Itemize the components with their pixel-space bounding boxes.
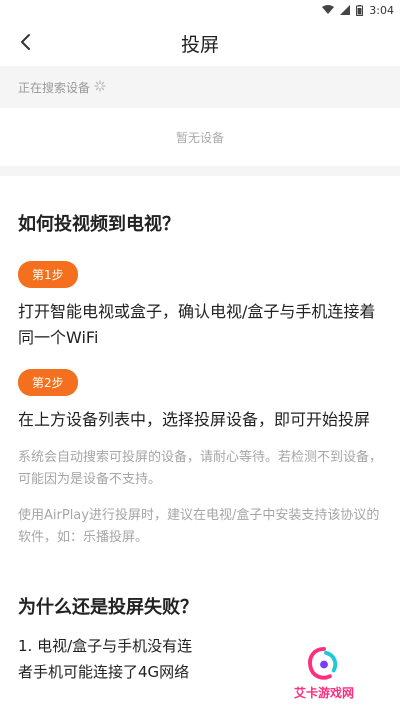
step-1-badge: 第1步 [18, 261, 78, 288]
step-2-text: 在上方设备列表中，选择投屏设备，即可开始投屏 [18, 410, 371, 429]
search-status-row: 正在搜索设备 [0, 66, 400, 108]
header: 投屏 [0, 20, 400, 64]
note-airplay: 使用AirPlay进行投屏时，建议在电视/盒子中安装支持该协议的软件，如：乐播投… [18, 508, 380, 545]
wifi-icon [322, 5, 335, 15]
signal-icon [340, 5, 351, 15]
loading-spinner-icon [94, 79, 106, 95]
status-bar: 3:04 [0, 0, 400, 20]
search-status-text: 正在搜索设备 [18, 80, 91, 95]
page-title: 投屏 [180, 34, 219, 56]
faq-heading: 为什么还是投屏失败？ [18, 597, 198, 618]
device-list: 暂无设备 [0, 108, 400, 167]
guide-heading: 如何投视频到电视？ [18, 214, 180, 235]
section-divider [0, 166, 400, 176]
help-content[interactable]: 如何投视频到电视？ 第1步 打开智能电视或盒子，确认电视/盒子与手机连接着同一个… [0, 176, 400, 711]
step-2-badge: 第2步 [18, 369, 78, 396]
empty-devices-text: 暂无设备 [175, 130, 224, 145]
note-auto-search: 系统会自动搜索可投屏的设备，请耐心等待。若检测不到设备，可能因为是设备不支持。 [18, 450, 383, 487]
status-time: 3:04 [369, 3, 394, 17]
watermark-text: 艾卡游戏网 [293, 686, 354, 700]
battery-icon [356, 4, 364, 16]
watermark-logo-icon [308, 646, 338, 680]
site-watermark: 艾卡游戏网 [284, 645, 364, 701]
step-1-text: 打开智能电视或盒子，确认电视/盒子与手机连接着同一个WiFi [18, 302, 376, 347]
